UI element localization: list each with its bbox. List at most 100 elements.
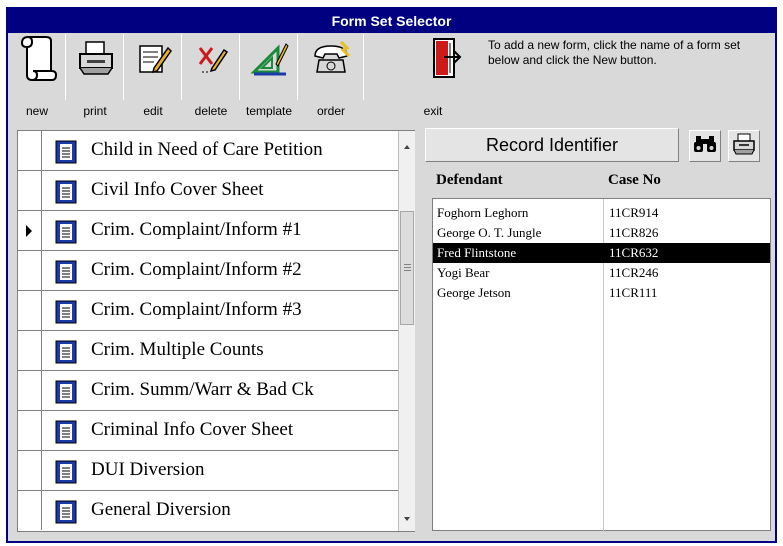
case-no-cell: 11CR246 <box>609 265 659 280</box>
table-row[interactable]: Yogi Bear 11CR246 <box>433 263 770 283</box>
form-set-label: DUI Diversion <box>91 459 205 480</box>
defendant-cell: Yogi Bear <box>437 265 490 280</box>
column-header-defendant[interactable]: Defendant <box>436 172 503 189</box>
grip-line <box>404 267 411 268</box>
list-item[interactable]: Civil Info Cover Sheet <box>18 171 398 211</box>
list-item[interactable]: Crim. Complaint/Inform #2 <box>18 251 398 291</box>
form-set-label: Civil Info Cover Sheet <box>91 179 264 200</box>
list-item[interactable]: Crim. Multiple Counts <box>18 331 398 371</box>
list-item[interactable]: DUI Diversion <box>18 451 398 491</box>
records-column-header: Defendant Case No <box>432 172 772 194</box>
edit-button[interactable]: edit <box>128 30 178 122</box>
exit-label: exit <box>423 104 443 118</box>
defendant-cell: Fred Flintstone <box>437 245 517 260</box>
records-list: Foghorn Leghorn 11CR914 George O. T. Jun… <box>432 198 771 532</box>
table-row[interactable]: George O. T. Jungle 11CR826 <box>433 223 770 243</box>
defendant-cell: Foghorn Leghorn <box>437 205 529 220</box>
delete-label: delete <box>194 104 228 118</box>
form-set-label: Crim. Multiple Counts <box>91 339 264 360</box>
document-icon <box>55 180 77 204</box>
list-item[interactable]: Crim. Complaint/Inform #3 <box>18 291 398 331</box>
vertical-scrollbar[interactable] <box>398 131 415 531</box>
phone-icon <box>310 32 354 84</box>
record-identifier-header: Record Identifier <box>425 128 679 162</box>
table-row[interactable]: George Jetson 11CR111 <box>433 283 770 303</box>
row-selector[interactable] <box>18 211 42 250</box>
toolbar-divider <box>297 34 298 100</box>
toolbar-divider <box>65 34 66 100</box>
toolbar: new print edit delete template order exi… <box>4 30 484 122</box>
print-record-button[interactable] <box>728 130 760 162</box>
row-selector[interactable] <box>18 291 42 330</box>
defendant-cell: George O. T. Jungle <box>437 225 542 240</box>
table-row[interactable]: Foghorn Leghorn 11CR914 <box>433 203 770 223</box>
new-button[interactable]: new <box>12 30 62 122</box>
document-icon <box>55 380 77 404</box>
find-button[interactable] <box>689 130 721 162</box>
new-label: new <box>25 104 48 118</box>
row-selector[interactable] <box>18 251 42 290</box>
grip-line <box>404 270 411 271</box>
document-icon <box>55 260 77 284</box>
document-icon <box>55 300 77 324</box>
form-set-label: Child in Need of Care Petition <box>91 139 323 160</box>
list-item[interactable]: Crim. Complaint/Inform #1 <box>18 211 398 251</box>
exit-button[interactable]: exit <box>418 30 468 122</box>
help-text: To add a new form, click the name of a f… <box>488 38 741 67</box>
print-label: print <box>83 104 107 118</box>
document-icon <box>55 500 77 524</box>
scroll-down-arrow-icon[interactable] <box>404 517 410 521</box>
document-icon <box>55 420 77 444</box>
form-set-list: Child in Need of Care Petition Civil Inf… <box>17 130 415 532</box>
list-item[interactable]: Crim. Summ/Warr & Bad Ck <box>18 371 398 411</box>
case-no-cell: 11CR914 <box>609 205 659 220</box>
document-icon <box>55 340 77 364</box>
order-button[interactable]: order <box>306 30 356 122</box>
case-no-cell: 11CR111 <box>609 285 658 300</box>
row-selector[interactable] <box>18 171 42 210</box>
delete-icon <box>190 32 234 84</box>
printer-icon <box>74 32 118 84</box>
scroll-thumb[interactable] <box>400 211 414 325</box>
row-selector[interactable] <box>18 131 42 170</box>
form-set-label: Crim. Complaint/Inform #2 <box>91 259 302 280</box>
row-selector[interactable] <box>18 411 42 450</box>
column-header-case-no[interactable]: Case No <box>608 172 661 189</box>
defendant-cell: George Jetson <box>437 285 511 300</box>
form-set-label: Crim. Summ/Warr & Bad Ck <box>91 379 314 400</box>
case-no-cell: 11CR632 <box>609 245 659 260</box>
form-set-label: Crim. Complaint/Inform #3 <box>91 299 302 320</box>
document-icon <box>55 140 77 164</box>
list-item[interactable]: Criminal Info Cover Sheet <box>18 411 398 451</box>
order-label: order <box>316 104 345 118</box>
list-item[interactable]: General Diversion <box>18 491 398 531</box>
scroll-up-arrow-icon[interactable] <box>404 145 410 149</box>
case-no-cell: 11CR826 <box>609 225 659 240</box>
toolbar-divider <box>123 34 124 100</box>
row-selector[interactable] <box>18 491 42 530</box>
form-set-label: Crim. Complaint/Inform #1 <box>91 219 302 240</box>
table-row-selected[interactable]: Fred Flintstone 11CR632 <box>433 243 770 263</box>
document-icon <box>55 220 77 244</box>
document-icon <box>55 460 77 484</box>
print-button[interactable]: print <box>70 30 120 122</box>
delete-button[interactable]: delete <box>186 30 236 122</box>
binoculars-icon <box>693 134 717 159</box>
template-label: template <box>245 104 293 118</box>
grip-line <box>404 264 411 265</box>
form-set-label: Criminal Info Cover Sheet <box>91 419 294 440</box>
toolbar-divider <box>239 34 240 100</box>
scroll-icon <box>16 32 60 84</box>
list-item[interactable]: Child in Need of Care Petition <box>18 131 398 171</box>
row-selector[interactable] <box>18 371 42 410</box>
exit-door-icon <box>422 32 466 84</box>
row-selector[interactable] <box>18 331 42 370</box>
edit-label: edit <box>143 104 163 118</box>
form-set-label: General Diversion <box>91 499 231 520</box>
edit-icon <box>132 32 176 84</box>
row-selector[interactable] <box>18 451 42 490</box>
template-button[interactable]: template <box>244 30 294 122</box>
current-row-arrow-icon <box>26 225 32 237</box>
toolbar-divider <box>181 34 182 100</box>
toolbar-divider <box>363 34 364 100</box>
